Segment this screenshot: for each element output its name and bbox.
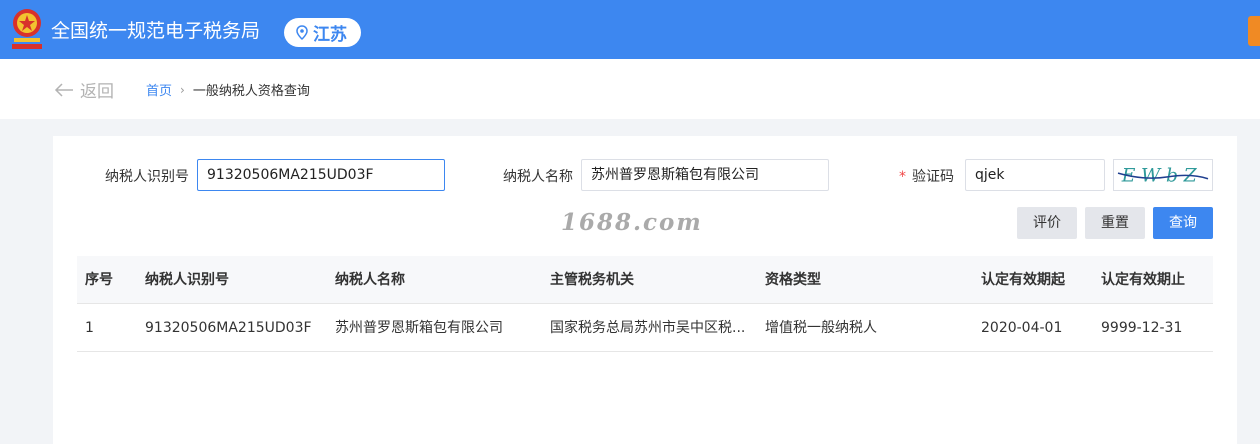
taxpayer-name-input[interactable]: 苏州普罗恩斯箱包有限公司	[581, 159, 829, 191]
cell-taxpayer-name: 苏州普罗恩斯箱包有限公司	[335, 320, 503, 336]
result-table: 序号 纳税人识别号 纳税人名称 主管税务机关 资格类型 认定有效期起 认定有效期…	[77, 256, 1213, 352]
table-row[interactable]: 1 91320506MA215UD03F 苏州普罗恩斯箱包有限公司 国家税务总局…	[77, 304, 1213, 352]
back-label: 返回	[80, 82, 114, 102]
column-header: 序号	[85, 272, 113, 288]
breadcrumb-home-link[interactable]: 首页	[146, 80, 172, 99]
cell-index: 1	[85, 320, 94, 336]
region-selector[interactable]: 江苏	[284, 18, 361, 47]
taxpayer-id-input[interactable]: 91320506MA215UD03F	[197, 159, 445, 191]
watermark: 1688.com	[561, 209, 703, 236]
table-header: 序号 纳税人识别号 纳税人名称 主管税务机关 资格类型 认定有效期起 认定有效期…	[77, 256, 1213, 304]
captcha-input[interactable]: qjek	[965, 159, 1105, 191]
column-header: 纳税人识别号	[145, 272, 229, 288]
query-button[interactable]: 查询	[1153, 207, 1213, 239]
reset-button[interactable]: 重置	[1085, 207, 1145, 239]
cell-valid-to: 9999-12-31	[1101, 320, 1183, 336]
cell-taxpayer-id: 91320506MA215UD03F	[145, 320, 312, 336]
query-panel: 纳税人识别号 91320506MA215UD03F 纳税人名称 苏州普罗恩斯箱包…	[53, 136, 1237, 444]
side-tab[interactable]	[1248, 16, 1260, 46]
top-header-bar: 全国统一规范电子税务局 江苏	[0, 0, 1260, 59]
cell-tax-authority: 国家税务总局苏州市吴中区税...	[550, 320, 746, 336]
column-header: 认定有效期止	[1101, 272, 1185, 288]
rate-button[interactable]: 评价	[1017, 207, 1077, 239]
arrow-left-icon	[54, 82, 73, 97]
captcha-label: * 验证码	[899, 169, 954, 185]
location-pin-icon	[296, 25, 308, 40]
breadcrumb-bar: 返回 首页 › 一般纳税人资格查询	[0, 59, 1260, 119]
column-header: 资格类型	[765, 272, 821, 288]
breadcrumb: 首页 › 一般纳税人资格查询	[146, 80, 310, 100]
column-header: 认定有效期起	[981, 272, 1065, 288]
required-mark: *	[899, 169, 906, 185]
column-header: 纳税人名称	[335, 272, 405, 288]
taxpayer-id-label: 纳税人识别号	[105, 169, 189, 185]
cell-qualification-type: 增值税一般纳税人	[765, 320, 877, 336]
captcha-image[interactable]: EWbZ	[1113, 159, 1213, 191]
site-title: 全国统一规范电子税务局	[51, 20, 261, 42]
cell-valid-from: 2020-04-01	[981, 320, 1063, 336]
chevron-right-icon: ›	[180, 82, 185, 97]
region-name: 江苏	[313, 25, 347, 45]
column-header: 主管税务机关	[550, 272, 634, 288]
tax-emblem-icon	[12, 9, 42, 49]
taxpayer-name-label: 纳税人名称	[503, 169, 573, 185]
breadcrumb-current: 一般纳税人资格查询	[192, 84, 310, 99]
back-button[interactable]: 返回	[54, 77, 114, 102]
